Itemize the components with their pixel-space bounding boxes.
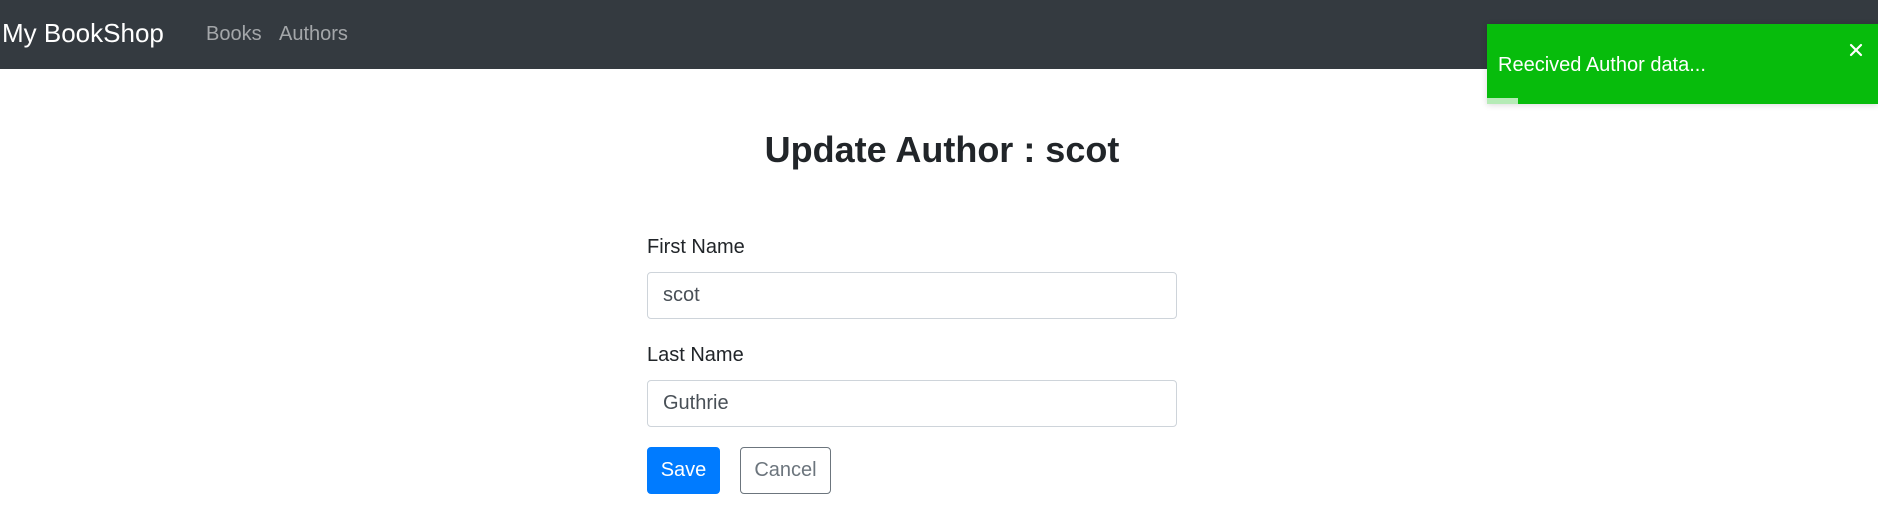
first-name-label: First Name	[647, 236, 745, 258]
last-name-input[interactable]	[647, 380, 1177, 427]
close-icon[interactable]	[1846, 40, 1866, 60]
toast-progress-bar	[1487, 98, 1519, 104]
brand-link[interactable]: My BookShop	[2, 17, 164, 50]
toast-notification: Reecived Author data...	[1487, 24, 1878, 104]
last-name-label: Last Name	[647, 344, 744, 366]
nav-link-authors[interactable]: Authors	[279, 22, 348, 47]
save-button[interactable]: Save	[647, 447, 720, 494]
first-name-input[interactable]	[647, 272, 1177, 319]
nav-link-books[interactable]: Books	[206, 22, 262, 47]
cancel-button[interactable]: Cancel	[740, 447, 831, 494]
toast-message: Reecived Author data...	[1498, 54, 1706, 76]
page-title: Update Author : scot	[764, 129, 1120, 170]
